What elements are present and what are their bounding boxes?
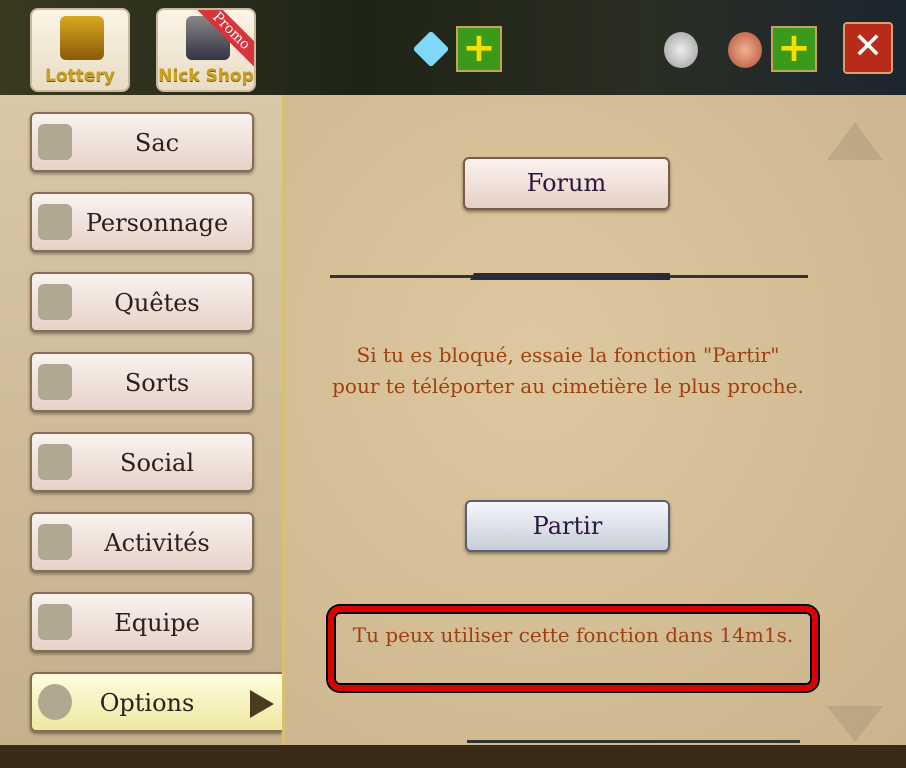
cooldown-notice: Tu peux utiliser cette fonction dans 14m… (328, 606, 818, 691)
nick-shop-label: Nick Shop (158, 66, 254, 86)
sidebar-item-sorts[interactable]: Sorts (30, 352, 254, 412)
sidebar-item-activites[interactable]: Activités (30, 512, 254, 572)
sidebar-item-label: Options (99, 689, 195, 717)
sidebar-item-label: Sac (134, 129, 180, 157)
silver-coin-icon (664, 32, 698, 68)
sidebar-item-equipe[interactable]: Equipe (30, 592, 254, 652)
sidebar-item-sac[interactable]: Sac (30, 112, 254, 172)
lottery-button[interactable]: Lottery (30, 8, 130, 92)
sidebar-item-label: Activités (104, 529, 210, 557)
sidebar-item-options[interactable]: Options (30, 672, 282, 732)
treasure-chest-icon (60, 16, 104, 60)
scroll-up-arrow-icon[interactable] (827, 122, 883, 160)
diamond-icon (412, 30, 450, 68)
top-bar: Lottery Promo Nick Shop + + ✕ (0, 0, 906, 100)
sidebar-item-label: Personnage (85, 209, 229, 237)
copper-coin-icon (728, 32, 762, 68)
add-diamonds-button[interactable]: + (456, 26, 502, 72)
selected-arrow-icon (250, 690, 274, 718)
scroll-down-arrow-icon[interactable] (827, 706, 883, 742)
sidebar-item-label: Equipe (114, 609, 200, 637)
sidebar-item-label: Social (120, 449, 194, 477)
close-button[interactable]: ✕ (843, 22, 893, 74)
sidebar-item-label: Quêtes (114, 289, 200, 317)
sidebar-item-quetes[interactable]: Quêtes (30, 272, 254, 332)
bottom-edge (0, 745, 906, 768)
cooldown-text: Tu peux utiliser cette fonction dans 14m… (352, 623, 794, 647)
sidebar-item-social[interactable]: Social (30, 432, 254, 492)
lottery-label: Lottery (45, 66, 115, 86)
nick-shop-button[interactable]: Promo Nick Shop (156, 8, 256, 92)
partir-button[interactable]: Partir (465, 500, 670, 552)
divider-accent (470, 273, 670, 280)
sidebar-menu: Sac Personnage Quêtes Sorts Social Activ… (0, 95, 283, 768)
info-text: Si tu es bloqué, essaie la fonction "Par… (332, 343, 804, 398)
forum-button[interactable]: Forum (463, 157, 670, 210)
divider (467, 740, 800, 743)
sidebar-item-personnage[interactable]: Personnage (30, 192, 254, 252)
add-coins-button[interactable]: + (771, 26, 817, 72)
sidebar-item-label: Sorts (124, 369, 190, 397)
